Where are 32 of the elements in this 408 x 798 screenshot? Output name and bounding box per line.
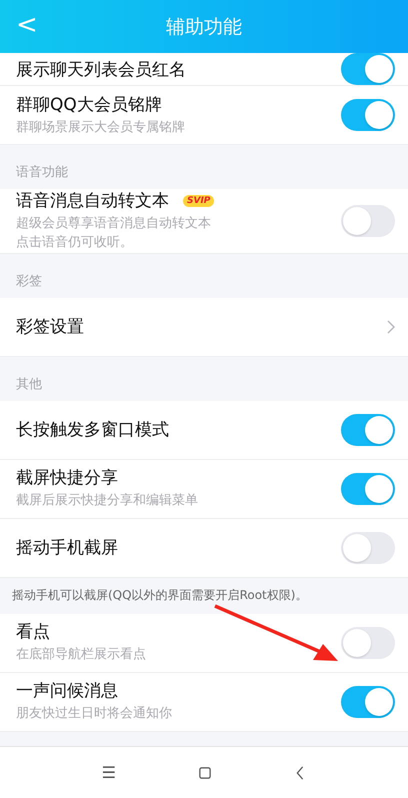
settings-row[interactable]: 彩签设置	[0, 298, 408, 357]
toggle-switch[interactable]	[341, 53, 395, 85]
row-description: 截屏后展示快捷分享和编辑菜单	[16, 492, 199, 510]
svip-badge: SVIP	[183, 194, 214, 206]
chevron-icon	[387, 320, 395, 334]
row-title: 展示聊天列表会员红名	[16, 58, 186, 80]
menu-icon[interactable]: ☰	[102, 763, 116, 782]
row-title: 一声问候消息	[16, 680, 118, 702]
row-title: 群聊QQ大会员铭牌	[16, 94, 162, 116]
row-title: 截屏快捷分享	[16, 467, 118, 490]
toggle-switch[interactable]	[341, 626, 395, 659]
row-description: 在底部导航栏展示看点	[16, 646, 147, 664]
home-icon[interactable]	[199, 766, 212, 780]
row-title: 长按触发多窗口模式	[16, 419, 169, 442]
row-description: 朋友快过生日时将会通知你	[16, 705, 173, 724]
row-description: 群聊场景展示大会员专属铭牌	[16, 118, 186, 137]
note-text: 摇动手机可以截屏(QQ以外的界面需要开启Root权限)。	[12, 587, 308, 604]
section-title: 其他	[16, 376, 42, 393]
row-title: 摇动手机截屏	[16, 537, 118, 560]
toggle-switch[interactable]	[341, 686, 395, 718]
row-title: 语音消息自动转文本	[16, 190, 169, 212]
row-description: 超级会员尊享语音消息自动转文本点击语音仍可收听。	[16, 215, 212, 252]
toggle-switch[interactable]	[341, 414, 395, 446]
toggle-switch[interactable]	[341, 99, 395, 131]
section-title: 语音功能	[16, 164, 68, 181]
row-title: 彩签设置	[16, 316, 85, 338]
toggle-switch[interactable]	[341, 472, 395, 505]
section-title: 彩签	[16, 272, 42, 290]
page-title: 辅助功能	[166, 14, 242, 40]
toggle-switch[interactable]	[341, 532, 395, 564]
toggle-switch[interactable]	[341, 204, 395, 237]
row-title: 看点	[16, 621, 50, 644]
